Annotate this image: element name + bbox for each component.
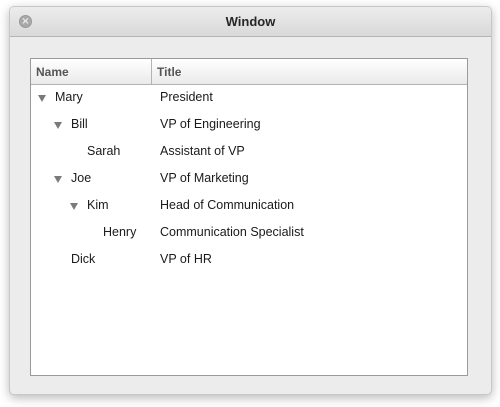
row-title: Communication Specialist xyxy=(160,225,304,239)
table-row[interactable]: Henry Communication Specialist xyxy=(31,221,467,248)
outline-view[interactable]: Name Title Mary President Bill VP of Eng… xyxy=(30,58,468,376)
row-title: Assistant of VP xyxy=(160,144,245,158)
row-name: Kim xyxy=(87,198,109,212)
row-name: Joe xyxy=(71,171,92,185)
row-name: Henry xyxy=(103,225,137,239)
window-title: Window xyxy=(225,14,276,29)
disclosure-triangle-icon[interactable] xyxy=(54,122,62,129)
row-title: VP of Marketing xyxy=(160,171,249,185)
disclosure-triangle-icon[interactable] xyxy=(38,95,46,102)
table-row[interactable]: Bill VP of Engineering xyxy=(31,113,467,140)
column-header-title[interactable]: Title xyxy=(157,65,181,79)
window: × Window Name Title Mary President Bill … xyxy=(9,6,492,395)
row-name: Dick xyxy=(71,252,96,266)
row-title: VP of Engineering xyxy=(160,117,261,131)
titlebar[interactable]: × Window xyxy=(10,7,491,37)
row-title: President xyxy=(160,90,213,104)
row-title: Head of Communication xyxy=(160,198,295,212)
disclosure-triangle-icon[interactable] xyxy=(70,203,78,210)
table-row[interactable]: Sarah Assistant of VP xyxy=(31,140,467,167)
table-row[interactable]: Kim Head of Communication xyxy=(31,194,467,221)
table-header: Name Title xyxy=(31,59,467,85)
table-row[interactable]: Dick VP of HR xyxy=(31,248,467,275)
row-name: Bill xyxy=(71,117,88,131)
table-row[interactable]: Mary President xyxy=(31,86,467,113)
column-header-name[interactable]: Name xyxy=(36,65,69,79)
disclosure-triangle-icon[interactable] xyxy=(54,176,62,183)
table-row[interactable]: Joe VP of Marketing xyxy=(31,167,467,194)
column-divider[interactable] xyxy=(151,59,152,84)
row-name: Mary xyxy=(55,90,83,104)
row-name: Sarah xyxy=(87,144,121,158)
row-title: VP of HR xyxy=(160,252,212,266)
